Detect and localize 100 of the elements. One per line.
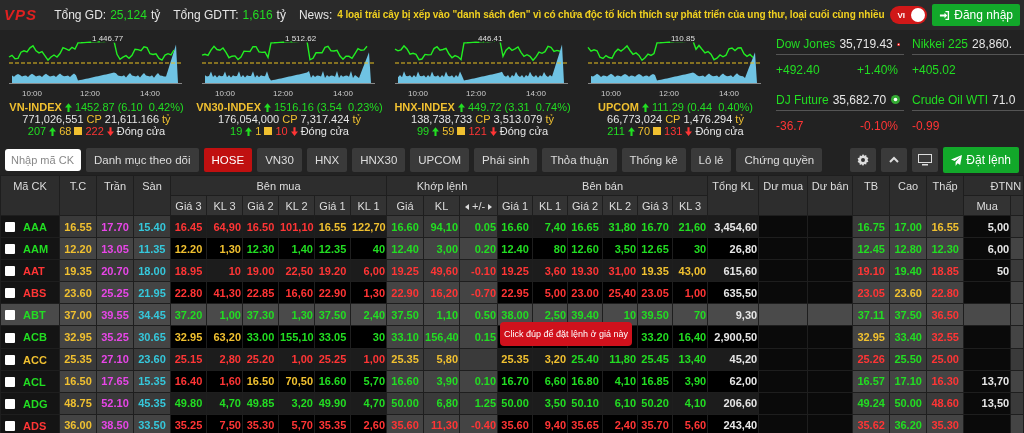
- bid-value[interactable]: 16.55: [318, 220, 347, 233]
- bid-value[interactable]: 1,00: [363, 353, 386, 366]
- scroll-left-icon[interactable]: [464, 203, 469, 210]
- row-checkbox[interactable]: [5, 420, 15, 431]
- match-value: 1.25: [474, 397, 497, 410]
- table-cell: 13,70: [964, 370, 1011, 392]
- table-cell: 35.25: [97, 326, 133, 348]
- ask-value[interactable]: 11,80: [609, 353, 637, 366]
- ask-value[interactable]: 31,00: [608, 264, 637, 277]
- language-switch[interactable]: VI: [889, 6, 928, 24]
- display-button[interactable]: [912, 148, 939, 172]
- ask-value[interactable]: 31,80: [608, 220, 637, 233]
- bid-value[interactable]: 6,00: [363, 264, 386, 277]
- market-status: Đóng cửa: [499, 125, 549, 137]
- market-tab[interactable]: VN30: [257, 148, 302, 172]
- ask-value[interactable]: 6,10: [614, 397, 637, 410]
- row-checkbox[interactable]: [5, 266, 15, 277]
- bid-value[interactable]: 3,20: [291, 397, 313, 410]
- table-cell: 39.55: [97, 304, 133, 326]
- ask-value[interactable]: 7,40: [544, 220, 567, 233]
- bid-value[interactable]: 25.20: [246, 353, 275, 366]
- collapse-button[interactable]: [881, 148, 908, 172]
- bid-value[interactable]: 2,80: [219, 353, 241, 366]
- bid-value[interactable]: 16.50: [246, 220, 275, 233]
- ask-value[interactable]: 13,40: [678, 353, 707, 366]
- bid-value[interactable]: 16.45: [174, 220, 203, 233]
- bid-value[interactable]: 122,70: [352, 220, 386, 233]
- bid-value[interactable]: 18.95: [174, 264, 203, 277]
- high-price: 50.00: [894, 397, 922, 410]
- bid-value[interactable]: 4,70: [363, 397, 386, 410]
- ask-value[interactable]: 25.35: [501, 353, 529, 366]
- bid-value[interactable]: 101,10: [280, 220, 314, 233]
- row-checkbox[interactable]: [5, 288, 15, 299]
- ask-value[interactable]: 4,10: [684, 397, 707, 410]
- column-header: Mã CK: [1, 176, 59, 215]
- scroll-right-icon[interactable]: [488, 203, 493, 210]
- ask-value[interactable]: 3,60: [544, 264, 567, 277]
- ask-value[interactable]: 16.60: [501, 220, 529, 233]
- market-tab[interactable]: Danh mục theo dõi: [86, 148, 199, 172]
- volume-unit: CP: [475, 113, 491, 125]
- symbol-search-field[interactable]: Nhập mã CK: [5, 149, 81, 171]
- column-header: Giá 3: [638, 196, 673, 215]
- market-tab[interactable]: Thống kê: [621, 148, 686, 172]
- down-arrow-icon: [290, 126, 298, 136]
- ask-value[interactable]: 50.20: [641, 397, 669, 410]
- ask-value[interactable]: 25.40: [571, 353, 599, 366]
- bid-value[interactable]: 25.25: [318, 353, 347, 366]
- news-ticker[interactable]: 4 loại trái cây bị xếp vào "danh sách đen" vì có chứa độc tố kích thích sự phát triển của ung thư, loại cuối cùng nhiều: [337, 8, 885, 22]
- advances-count: 19: [230, 125, 243, 137]
- column-header: Dư bán: [808, 176, 853, 215]
- market-tab[interactable]: Thỏa thuận: [542, 148, 617, 172]
- index-change: (0.44 0.40%): [686, 101, 753, 113]
- ask-value[interactable]: 43,00: [678, 264, 707, 277]
- market-tab[interactable]: Lô lẻ: [690, 148, 732, 172]
- market-tab[interactable]: UPCOM: [410, 148, 470, 172]
- ask-value[interactable]: 19.30: [571, 264, 599, 277]
- ask-value[interactable]: 19.35: [641, 264, 669, 277]
- bid-value[interactable]: 64,90: [213, 220, 241, 233]
- row-checkbox[interactable]: [5, 332, 15, 343]
- match-value: 94,10: [430, 220, 459, 233]
- market-tab[interactable]: Chứng quyền: [736, 148, 823, 172]
- ask-value[interactable]: 16.70: [641, 220, 669, 233]
- bid-value[interactable]: 25.15: [174, 353, 203, 366]
- ask-value[interactable]: 50.00: [501, 397, 529, 410]
- unchanged-count: 68: [59, 125, 72, 137]
- row-checkbox[interactable]: [5, 222, 15, 233]
- bid-value[interactable]: 19.20: [318, 264, 347, 277]
- column-header: Giá 1: [315, 196, 350, 215]
- bid-value[interactable]: 19.00: [246, 264, 275, 277]
- market-tab[interactable]: HNX: [306, 148, 348, 172]
- row-checkbox[interactable]: [5, 398, 15, 409]
- market-tab[interactable]: HOSE: [203, 148, 253, 172]
- turnover-unit: tỷ: [352, 113, 361, 125]
- row-checkbox[interactable]: [5, 354, 15, 365]
- ask-value[interactable]: 19.25: [501, 264, 529, 277]
- match-value: 12.40: [391, 242, 419, 255]
- ask-value[interactable]: 16.65: [571, 220, 599, 233]
- table-cell: 6,00: [964, 238, 1011, 260]
- ask-value[interactable]: 21,60: [678, 220, 707, 233]
- ask-value[interactable]: 3,50: [544, 397, 567, 410]
- row-checkbox[interactable]: [5, 244, 15, 255]
- bid-value[interactable]: 1,00: [291, 353, 313, 366]
- time-label: 12:00: [273, 89, 293, 98]
- settings-button[interactable]: [850, 148, 877, 172]
- ask-value[interactable]: 25.45: [641, 353, 669, 366]
- row-checkbox[interactable]: [5, 310, 15, 321]
- ask-value[interactable]: 3,20: [544, 353, 567, 366]
- bid-value[interactable]: 10: [228, 264, 241, 277]
- match-value: 16.60: [391, 220, 419, 233]
- market-tab[interactable]: Phái sinh: [474, 148, 538, 172]
- ask-value[interactable]: 50.10: [571, 397, 599, 410]
- table-cell: 17.65: [97, 370, 133, 392]
- market-tab[interactable]: HNX30: [352, 148, 406, 172]
- low-price: 22.80: [931, 286, 959, 299]
- row-checkbox[interactable]: [5, 376, 15, 387]
- bid-value[interactable]: 49.85: [246, 397, 275, 410]
- bid-value[interactable]: 22,50: [285, 264, 313, 277]
- bid-value[interactable]: 49.90: [318, 397, 347, 410]
- bid-value[interactable]: 4,70: [219, 397, 241, 410]
- bid-value[interactable]: 49.80: [174, 397, 203, 410]
